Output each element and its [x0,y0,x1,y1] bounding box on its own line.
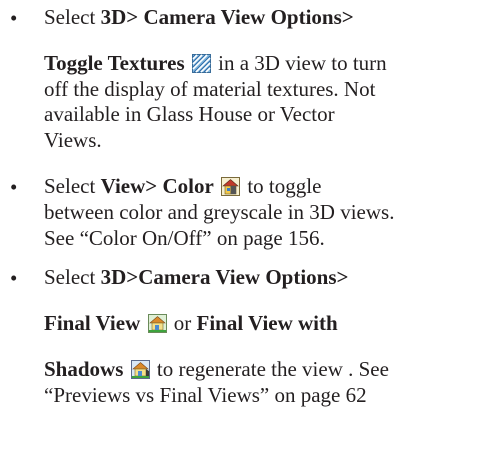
final-view-icon [147,314,167,333]
bullet-1: • [10,6,18,30]
text: See “Color On/Off” on page 156. [44,226,325,250]
command-name: Toggle Textures [44,51,185,75]
text: Views. [44,128,102,152]
item-1-line-5: Views. [44,128,102,153]
command-name: Final View with [196,311,338,335]
text: between color and greyscale in 3D views. [44,200,395,224]
text: Select [44,265,101,289]
text: Select [44,5,101,29]
text: off the display of material textures. No… [44,77,376,101]
toggle-textures-icon [191,54,211,73]
menu-path: View> Color [100,174,214,198]
item-2-line-2: between color and greyscale in 3D views. [44,200,394,225]
item-1-line-4: available in Glass House or Vector [44,102,335,127]
item-2-line-3: See “Color On/Off” on page 156. [44,226,325,251]
menu-path: 3D> Camera View Options> [100,5,354,29]
item-1-line-1: Select 3D> Camera View Options> [44,5,354,30]
item-3-line-4: “Previews vs Final Views” on page 62 [44,383,367,408]
menu-path: 3D>Camera View Options> [100,265,349,289]
item-2-line-1: Select View> Color to toggle [44,174,321,199]
command-name: Shadows [44,357,124,381]
bullet-3: • [10,266,18,290]
text: to regenerate the view . See [151,357,389,381]
item-3-line-1: Select 3D>Camera View Options> [44,265,348,290]
item-3-line-2: Final View or Final View with [44,311,338,336]
text: to toggle [242,174,322,198]
text: Select [44,174,101,198]
bullet-2: • [10,175,18,199]
final-view-shadows-icon [130,360,150,379]
text: or [168,311,197,335]
text: “Previews vs Final Views” on page 62 [44,383,367,407]
command-name: Final View [44,311,141,335]
item-3-line-3: Shadows to regenerate the view . See [44,357,389,382]
item-1-line-3: off the display of material textures. No… [44,77,375,102]
help-page: • Select 3D> Camera View Options> Toggle… [0,0,491,457]
color-toggle-icon [221,177,241,196]
text: in a 3D view to turn [212,51,387,75]
text: available in Glass House or Vector [44,102,335,126]
item-1-line-2: Toggle Textures in a 3D view to turn [44,51,387,76]
